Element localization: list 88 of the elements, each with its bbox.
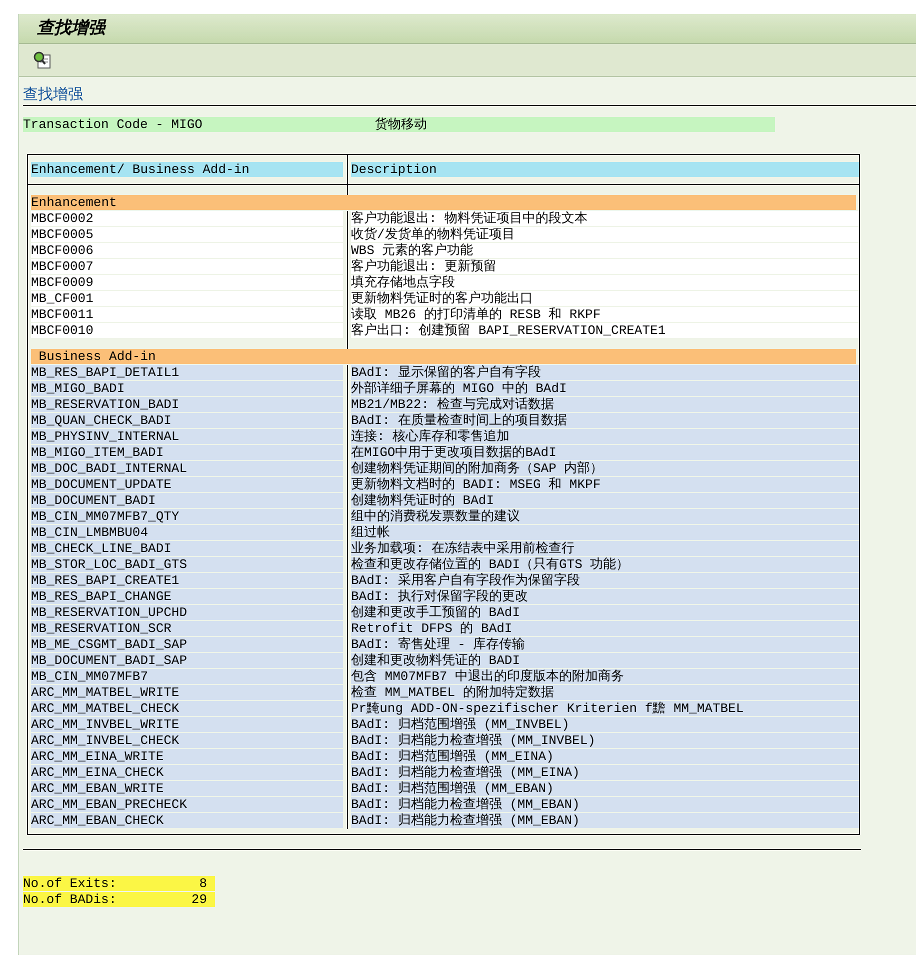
table-cell: BAdI: 执行对保留字段的更改 bbox=[351, 589, 859, 604]
table-cell: BAdI: 显示保留的客户自有字段 bbox=[351, 365, 859, 380]
table-cell: 创建物料凭证期间的附加商务（SAP 内部） bbox=[351, 461, 859, 476]
table-cell: MB_CIN_LMBMBU04 bbox=[31, 525, 343, 540]
table-cell: BAdI: 归档能力检查增强 (MM_INVBEL) bbox=[351, 733, 859, 748]
table-cell: ARC_MM_INVBEL_CHECK bbox=[31, 733, 343, 748]
table-cell: 组过帐 bbox=[351, 525, 859, 540]
column-header: Description bbox=[351, 162, 859, 177]
section-header: Enhancement bbox=[31, 195, 856, 210]
table-cell: MB_ME_CSGMT_BADI_SAP bbox=[31, 637, 343, 652]
table-cell: Retrofit DFPS 的 BAdI bbox=[351, 621, 859, 636]
table-cell: 客户出口: 创建预留 BAPI_RESERVATION_CREATE1 bbox=[351, 323, 859, 338]
table-cell: ARC_MM_INVBEL_WRITE bbox=[31, 717, 343, 732]
table-cell: MB_DOCUMENT_BADI_SAP bbox=[31, 653, 343, 668]
table-cell: MB_MIGO_BADI bbox=[31, 381, 343, 396]
table-cell: BAdI: 归档能力检查增强 (MM_EBAN) bbox=[351, 813, 859, 828]
table-cell: BAdI: 寄售处理 - 库存传输 bbox=[351, 637, 859, 652]
table-cell: MBCF0010 bbox=[31, 323, 343, 338]
table-cell: ARC_MM_EINA_CHECK bbox=[31, 765, 343, 780]
table-cell: MB_QUAN_CHECK_BADI bbox=[31, 413, 343, 428]
summary-label: No.of BADis: bbox=[23, 892, 117, 907]
table-cell: 检查和更改存储位置的 BADI（只有GTS 功能） bbox=[351, 557, 859, 572]
table-cell: 更新物料凭证时的客户功能出口 bbox=[351, 291, 859, 306]
table-cell: MB21/MB22: 检查与完成对话数据 bbox=[351, 397, 859, 412]
table-cell: MB_MIGO_ITEM_BADI bbox=[31, 445, 343, 460]
table-cell: MBCF0005 bbox=[31, 227, 343, 242]
table-cell: ARC_MM_EBAN_CHECK bbox=[31, 813, 343, 828]
table-cell: 在MIGO中用于更改项目数据的BAdI bbox=[351, 445, 859, 460]
table-cell: 收货/发货单的物料凭证项目 bbox=[351, 227, 859, 242]
table-cell: MB_CHECK_LINE_BADI bbox=[31, 541, 343, 556]
table-cell: BAdI: 归档能力检查增强 (MM_EBAN) bbox=[351, 797, 859, 812]
column-header: Enhancement/ Business Add-in bbox=[31, 162, 343, 177]
table-cell: 业务加载项: 在冻结表中采用前检查行 bbox=[351, 541, 859, 556]
table-cell: MB_CIN_MM07MFB7 bbox=[31, 669, 343, 684]
transaction-code: Transaction Code - MIGO bbox=[23, 117, 204, 132]
table-cell: MBCF0006 bbox=[31, 243, 343, 258]
table-cell: MB_STOR_LOC_BADI_GTS bbox=[31, 557, 343, 572]
summary-value: 29 bbox=[191, 892, 207, 907]
table-cell: MB_RESERVATION_BADI bbox=[31, 397, 343, 412]
table-cell: MB_CIN_MM07MFB7_QTY bbox=[31, 509, 343, 524]
table-cell: 客户功能退出: 更新预留 bbox=[351, 259, 859, 274]
table-cell: MB_RES_BAPI_DETAIL1 bbox=[31, 365, 343, 380]
find-link[interactable]: 查找增强 bbox=[23, 85, 83, 103]
table-cell: 创建物料凭证时的 BAdI bbox=[351, 493, 859, 508]
table-cell: BAdI: 归档能力检查增强 (MM_EINA) bbox=[351, 765, 859, 780]
table-cell: MB_DOCUMENT_UPDATE bbox=[31, 477, 343, 492]
table-cell: 创建和更改物料凭证的 BADI bbox=[351, 653, 859, 668]
table-cell: MB_DOC_BADI_INTERNAL bbox=[31, 461, 343, 476]
transaction-description: 货物移动 bbox=[375, 117, 427, 132]
window-title: 查找增强 bbox=[37, 16, 105, 40]
table-cell: BAdI: 归档范围增强 (MM_INVBEL) bbox=[351, 717, 859, 732]
table-cell: MB_RES_BAPI_CHANGE bbox=[31, 589, 343, 604]
table-cell: 读取 MB26 的打印清单的 RESB 和 RKPF bbox=[351, 307, 859, 322]
table-cell: Pr黤ung ADD-ON-spezifischer Kriterien f黵 MM_MATBEL bbox=[351, 701, 859, 716]
table-cell: BAdI: 采用客户自有字段作为保留字段 bbox=[351, 573, 859, 588]
table-cell: ARC_MM_MATBEL_CHECK bbox=[31, 701, 343, 716]
table-cell: 创建和更改手工预留的 BAdI bbox=[351, 605, 859, 620]
table-cell: 客户功能退出: 物料凭证项目中的段文本 bbox=[351, 211, 859, 226]
table-cell: 外部详细子屏幕的 MIGO 中的 BAdI bbox=[351, 381, 859, 396]
table-cell: 更新物料文档时的 BADI: MSEG 和 MKPF bbox=[351, 477, 859, 492]
table-cell: MB_DOCUMENT_BADI bbox=[31, 493, 343, 508]
table-cell: 组中的消费税发票数量的建议 bbox=[351, 509, 859, 524]
table-cell: ARC_MM_EBAN_WRITE bbox=[31, 781, 343, 796]
table-cell: BAdI: 归档范围增强 (MM_EINA) bbox=[351, 749, 859, 764]
summary-label: No.of Exits: bbox=[23, 876, 117, 891]
table-cell: BAdI: 在质量检查时间上的项目数据 bbox=[351, 413, 859, 428]
table-cell: 连接: 核心库存和零售追加 bbox=[351, 429, 859, 444]
find-icon bbox=[33, 51, 51, 69]
table-cell: MBCF0009 bbox=[31, 275, 343, 290]
summary-value: 8 bbox=[199, 876, 207, 891]
table-cell: MB_RESERVATION_SCR bbox=[31, 621, 343, 636]
table-cell: MB_RES_BAPI_CREATE1 bbox=[31, 573, 343, 588]
table-cell: ARC_MM_EBAN_PRECHECK bbox=[31, 797, 343, 812]
table-cell: 填充存储地点字段 bbox=[351, 275, 859, 290]
section-header: Business Add-in bbox=[31, 349, 856, 364]
table-cell: MBCF0011 bbox=[31, 307, 343, 322]
table-cell: BAdI: 归档范围增强 (MM_EBAN) bbox=[351, 781, 859, 796]
table-cell: MB_PHYSINV_INTERNAL bbox=[31, 429, 343, 444]
table-cell: 检查 MM_MATBEL 的附加特定数据 bbox=[351, 685, 859, 700]
find-button[interactable] bbox=[31, 49, 53, 71]
table-cell: ARC_MM_EINA_WRITE bbox=[31, 749, 343, 764]
table-cell: 包含 MM07MFB7 中退出的印度版本的附加商务 bbox=[351, 669, 859, 684]
table-cell: MB_CF001 bbox=[31, 291, 343, 306]
table-cell: MBCF0007 bbox=[31, 259, 343, 274]
table-cell: MB_RESERVATION_UPCHD bbox=[31, 605, 343, 620]
table-cell: MBCF0002 bbox=[31, 211, 343, 226]
table-cell: WBS 元素的客户功能 bbox=[351, 243, 859, 258]
table-cell: ARC_MM_MATBEL_WRITE bbox=[31, 685, 343, 700]
